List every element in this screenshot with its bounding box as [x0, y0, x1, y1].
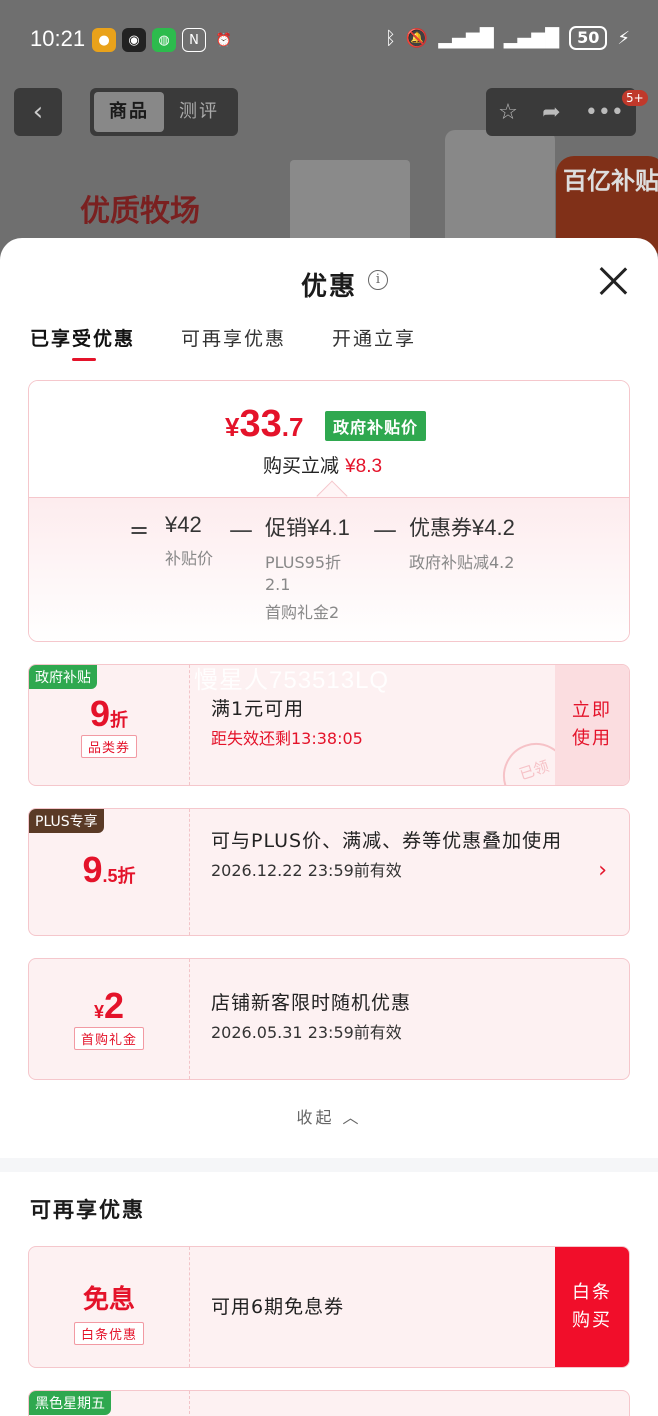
- nfc-icon: N: [182, 28, 206, 52]
- sheet-title: 优惠: [300, 272, 357, 302]
- top-actions: ☆ ➦ •••: [486, 88, 636, 136]
- coupon-plus[interactable]: PLUS专享 9.5折 可与PLUS价、满减、券等优惠叠加使用 2026.12.…: [28, 808, 630, 936]
- chevron-up-icon: ︿: [342, 1108, 362, 1127]
- tab-more-available[interactable]: 可再享优惠: [181, 324, 286, 361]
- status-bar: 10:21 ● ◉ ◍ N ⏰ ᛒ 🔕 ▂▄▆█ ▂▄▆█ 50 ⚡: [0, 0, 658, 80]
- price-summary-card: ¥33.7 政府补贴价 购买立减 ¥8.3 = ¥42 补贴价 — 促销¥4.1…: [28, 380, 630, 642]
- mute-icon: 🔕: [405, 27, 429, 49]
- chevron-left-icon: ‹: [32, 97, 44, 127]
- wechat-icon: ◍: [152, 28, 176, 52]
- product-tabs: 商品 测评: [90, 88, 238, 136]
- discount-sheet: 优惠 i 已享受优惠 可再享优惠 开通立享 ¥33.7 政府补贴价 购买立减 ¥…: [0, 238, 658, 1416]
- banner-text: 优质牧场: [80, 194, 200, 229]
- coupon-black-friday: 黑色星期五: [28, 1390, 630, 1416]
- favorite-star-icon[interactable]: ☆: [498, 100, 518, 125]
- info-icon[interactable]: i: [368, 270, 388, 290]
- use-now-button[interactable]: 立即 使用: [555, 665, 629, 785]
- buy-reduce: 购买立减 ¥8.3: [263, 455, 383, 477]
- baitiao-buy-button[interactable]: 白条 购买: [555, 1247, 629, 1367]
- coupon-col: 优惠券¥4.2 政府补贴减4.2: [409, 515, 515, 572]
- back-button[interactable]: ‹: [14, 88, 62, 136]
- watermark: 慢星人753513LQ: [194, 667, 390, 694]
- share-icon[interactable]: ➦: [542, 100, 560, 125]
- coupon-category-chip: 品类券: [80, 735, 137, 758]
- coupon-description: 可与PLUS价、满减、券等优惠叠加使用: [211, 830, 563, 852]
- equals-sign: =: [129, 516, 150, 544]
- coupon-category-chip: 首购礼金: [73, 1027, 144, 1050]
- coupon-category-chip: 白条优惠: [73, 1322, 144, 1345]
- close-icon[interactable]: [598, 266, 628, 296]
- more-icon[interactable]: •••: [585, 100, 624, 125]
- minus-sign: —: [229, 516, 253, 544]
- tab-product[interactable]: 商品: [94, 92, 164, 132]
- chevron-right-icon: ›: [598, 858, 607, 883]
- coupon-interest-free: 免息 白条优惠 可用6期免息券 白条 购买: [28, 1246, 630, 1368]
- final-price: ¥33.7: [225, 403, 304, 445]
- price-breakdown: = ¥42 补贴价 — 促销¥4.1 PLUS95折 2.1 首购礼金2 — 优…: [29, 497, 629, 641]
- coupon-expiry: 2026.05.31 23:59前有效: [211, 1023, 402, 1042]
- tab-enjoyed[interactable]: 已享受优惠: [30, 324, 135, 361]
- tab-open-enjoy[interactable]: 开通立享: [332, 324, 416, 361]
- weibo-icon: ●: [92, 28, 116, 52]
- signal-icon: ▂▄▆█: [438, 27, 494, 49]
- coupon-expiry: 2026.12.22 23:59前有效: [211, 861, 402, 880]
- charging-icon: ⚡: [617, 27, 630, 49]
- message-badge: 5+: [622, 90, 648, 106]
- qq-icon: ◉: [122, 28, 146, 52]
- more-discounts-title: 可再享优惠: [30, 1198, 145, 1222]
- minus-sign-2: —: [373, 516, 397, 544]
- status-time: 10:21: [30, 26, 86, 51]
- bluetooth-icon: ᛒ: [385, 27, 396, 49]
- battery-icon: 50: [569, 26, 608, 50]
- collapse-button[interactable]: 收起 ︿: [0, 1104, 658, 1128]
- signal-icon-2: ▂▄▆█: [503, 27, 560, 49]
- discount-tabs: 已享受优惠 可再享优惠 开通立享: [30, 324, 416, 361]
- subsidy-price-col: ¥42 补贴价: [165, 512, 214, 568]
- alarm-icon: ⏰: [215, 32, 233, 48]
- promotion-col: 促销¥4.1 PLUS95折 2.1 首购礼金2: [265, 515, 350, 622]
- coupon-first-purchase: ¥2 首购礼金 店铺新客限时随机优惠 2026.05.31 23:59前有效: [28, 958, 630, 1080]
- coupon-description: 店铺新客限时随机优惠: [211, 992, 412, 1014]
- tab-review[interactable]: 测评: [164, 92, 234, 132]
- gov-subsidy-tag: 政府补贴价: [325, 411, 427, 441]
